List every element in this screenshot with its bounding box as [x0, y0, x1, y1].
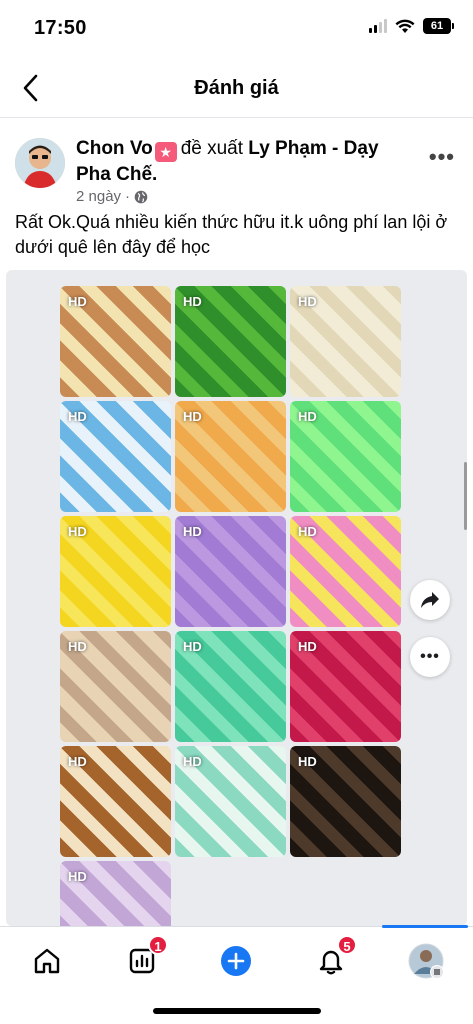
notifications-badge: 5 [337, 935, 357, 955]
photo-tile-blue-paw-jellies[interactable]: HD [60, 401, 171, 512]
hd-label: HD [183, 754, 202, 769]
page-title: Đánh giá [194, 77, 279, 99]
photo-tile-black-tapioca-pearls[interactable]: HD [290, 746, 401, 857]
active-tab-indicator [382, 925, 468, 928]
photo-tile-pink-layer-jelly[interactable]: HD [290, 516, 401, 627]
tab-dashboard[interactable]: 1 [122, 935, 168, 981]
photo-tile-mint-paw-jellies[interactable]: HD [175, 746, 286, 857]
photo-tile-orange-jelly-cake[interactable]: HD [175, 401, 286, 512]
hd-label: HD [298, 754, 317, 769]
dashboard-badge: 1 [148, 935, 168, 955]
tab-notifications[interactable]: 5 [311, 935, 357, 981]
post-author-line: Chon Vo ★ đề xuất Ly Phạm - Dạy Pha Chế. [76, 136, 416, 188]
ellipsis-icon: ••• [420, 648, 440, 665]
photo-tile-purple-taro-balls[interactable]: HD [60, 861, 171, 926]
post-text: Rất Ok.Quá nhiều kiến thức hữu it.k uông… [15, 212, 448, 257]
home-icon [34, 948, 60, 974]
more-actions-button[interactable]: ••• [410, 637, 450, 677]
photo-grid: HD HD HD HD HD HD HD HD HD HD HD HD HD HD HD HD [60, 286, 402, 926]
tab-home[interactable] [27, 941, 67, 981]
hd-label: HD [68, 639, 87, 654]
status-bar: 17:50 61 [0, 0, 473, 58]
hd-label: HD [68, 754, 87, 769]
globe-icon [134, 190, 148, 203]
photo-tile-green-tapioca-pearls[interactable]: HD [175, 631, 286, 742]
hd-label: HD [183, 524, 202, 539]
post-meta: 2 ngày · [76, 188, 148, 205]
hd-label: HD [183, 409, 202, 424]
tab-create[interactable] [216, 941, 256, 981]
photo-tile-brown-cream-jelly[interactable]: HD [60, 746, 171, 857]
battery-icon: 61 [423, 18, 454, 34]
cellular-signal-icon [369, 19, 387, 33]
hd-label: HD [298, 409, 317, 424]
hd-label: HD [183, 294, 202, 309]
meta-separator: · [125, 188, 131, 205]
author-avatar[interactable] [15, 138, 65, 188]
hd-label: HD [298, 639, 317, 654]
photo-tile-white-jelly-cubes[interactable]: HD [290, 286, 401, 397]
share-button[interactable] [410, 580, 450, 620]
photo-tile-purple-jelly-cubes[interactable]: HD [175, 516, 286, 627]
photo-gallery: HD HD HD HD HD HD HD HD HD HD HD HD HD HD HD HD [6, 270, 467, 926]
photo-tile-white-tapioca-pearls[interactable]: HD [60, 631, 171, 742]
post-time[interactable]: 2 ngày [76, 188, 121, 205]
hd-label: HD [298, 524, 317, 539]
profile-avatar-icon [408, 943, 444, 979]
share-arrow-icon [421, 592, 439, 608]
hd-label: HD [68, 294, 87, 309]
photo-tile-assorted-jelly-tray[interactable]: HD [60, 286, 171, 397]
photo-tile-green-jelly-cubes[interactable]: HD [175, 286, 286, 397]
hd-label: HD [68, 524, 87, 539]
hd-label: HD [68, 409, 87, 424]
plus-circle-icon [221, 946, 251, 976]
status-icons: 61 [369, 18, 454, 34]
scrollbar[interactable] [464, 462, 467, 530]
photo-tile-red-tapioca-pearls[interactable]: HD [290, 631, 401, 742]
photo-tile-yellow-jelly-cubes[interactable]: HD [60, 516, 171, 627]
recommend-verb: đề xuất [180, 138, 244, 159]
hd-label: HD [298, 294, 317, 309]
photo-tile-light-green-jelly[interactable]: HD [290, 401, 401, 512]
avatar-image [15, 138, 65, 188]
nav-bar: Đánh giá [0, 58, 473, 118]
status-time: 17:50 [34, 17, 87, 39]
home-indicator [153, 1008, 321, 1014]
top-fan-badge-icon: ★ [154, 142, 177, 162]
tab-profile[interactable] [406, 941, 446, 981]
hd-label: HD [183, 639, 202, 654]
more-options-button[interactable]: ••• [429, 144, 455, 170]
hd-label: HD [68, 869, 87, 884]
bottom-tab-bar: 1 5 [0, 925, 473, 1024]
wifi-icon [395, 19, 415, 33]
author-name[interactable]: Chon Vo [76, 138, 153, 159]
